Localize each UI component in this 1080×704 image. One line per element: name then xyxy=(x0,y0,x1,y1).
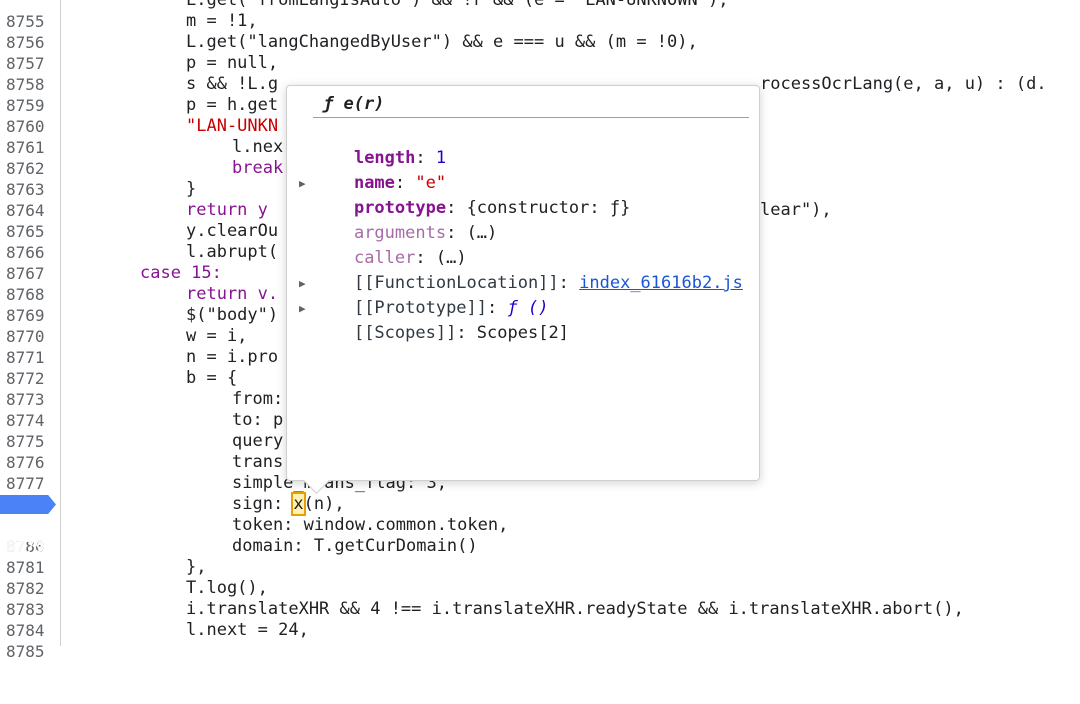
code-text: sign: x(n), xyxy=(232,492,345,516)
code-text: break xyxy=(232,158,284,178)
code-text-tail: rocessOcrLang(e, a, u) : (d. xyxy=(760,74,1047,94)
code-text: m = !1, xyxy=(186,11,258,31)
code-line[interactable]: 8757 L.get("langChangedByUser") && e ===… xyxy=(0,32,1080,73)
code-line[interactable]: 8755 L.get("fromLangIsAuto") && !r && (e… xyxy=(0,0,1080,31)
code-text-tail: lear"), xyxy=(760,200,832,220)
code-text: token: window.common.token, xyxy=(232,515,509,535)
code-text: y.clearOu xyxy=(186,221,279,241)
code-line[interactable]: 8781 domain: T.getCurDomain() xyxy=(0,536,1080,577)
prop-name: name: "e" xyxy=(353,173,447,193)
breakpoint-marker[interactable] xyxy=(0,495,56,514)
code-text: s && !L.g xyxy=(186,74,279,94)
code-text: L.get("langChangedByUser") && e === u &&… xyxy=(186,32,698,52)
prop-internal-prototype[interactable]: [[Prototype]]: ƒ () xyxy=(313,271,549,318)
popover-divider xyxy=(313,117,749,118)
code-text: i.translateXHR && 4 !== i.translateXHR.r… xyxy=(186,599,964,619)
prop-function-location: [[FunctionLocation]]: index_61616b2.js xyxy=(353,273,743,293)
code-line-active[interactable]: 8779 sign: x(n), xyxy=(0,492,1080,556)
code-text: case 15: xyxy=(140,263,222,283)
code-line[interactable]: 8780 token: window.common.token, xyxy=(0,515,1080,556)
prop-prototype[interactable]: prototype: {constructor: ƒ} xyxy=(313,171,630,218)
prop-length: length: 1 xyxy=(353,148,447,168)
code-text: from: xyxy=(232,389,284,409)
popover-title: ƒ e(r) xyxy=(323,94,385,114)
code-line[interactable]: 8784 i.translateXHR && 4 !== i.translate… xyxy=(0,599,1080,640)
code-text: T.log(), xyxy=(186,578,268,598)
code-text: }, xyxy=(186,557,207,577)
line-number[interactable]: 8785 xyxy=(6,641,54,662)
code-text: l.next = 24, xyxy=(186,620,309,640)
code-text: p = h.get xyxy=(186,95,279,115)
code-text: L.get("fromLangIsAuto") && !r && (e = "L… xyxy=(186,0,729,10)
prop-scopes[interactable]: [[Scopes]]: Scopes[2] xyxy=(313,296,569,343)
code-text: l.abrupt( xyxy=(186,242,279,262)
code-text: return y xyxy=(186,200,268,220)
code-text: "LAN-UNKN xyxy=(186,116,279,136)
code-text: to: p xyxy=(232,410,284,430)
code-line[interactable]: 8758 p = null, xyxy=(0,53,1080,94)
expand-triangle-icon[interactable]: ▶ xyxy=(299,302,306,315)
expand-triangle-icon[interactable]: ▶ xyxy=(299,277,306,290)
code-text: n = i.pro xyxy=(186,347,279,367)
code-text: b = { xyxy=(186,368,238,388)
code-text: l.nex xyxy=(232,137,284,157)
code-text: trans xyxy=(232,452,284,472)
code-line[interactable]: 8785 l.next = 24, xyxy=(0,620,1080,661)
function-preview-popover[interactable]: ƒ e(r) length: 1 name: "e" ▶ prototype: … xyxy=(286,85,760,481)
expand-triangle-icon[interactable]: ▶ xyxy=(299,177,306,190)
code-text: p = null, xyxy=(186,53,279,73)
prop-arguments[interactable]: arguments: (…) xyxy=(313,196,497,243)
code-text: query xyxy=(232,431,284,451)
code-text: return v. xyxy=(186,284,279,304)
function-location-link[interactable]: index_61616b2.js xyxy=(579,273,743,293)
code-line[interactable]: 8783 T.log(), xyxy=(0,578,1080,619)
code-line[interactable]: 8756 m = !1, xyxy=(0,11,1080,52)
code-text: w = i, xyxy=(186,326,248,346)
code-text: domain: T.getCurDomain() xyxy=(232,536,478,556)
line-number[interactable]: 8779 xyxy=(6,536,54,557)
prop-caller[interactable]: caller: (…) xyxy=(313,221,467,268)
code-text: } xyxy=(186,179,197,199)
code-text: $("body") xyxy=(186,305,279,325)
highlighted-token[interactable]: x xyxy=(291,492,306,516)
code-line[interactable]: 8782 }, xyxy=(0,557,1080,598)
